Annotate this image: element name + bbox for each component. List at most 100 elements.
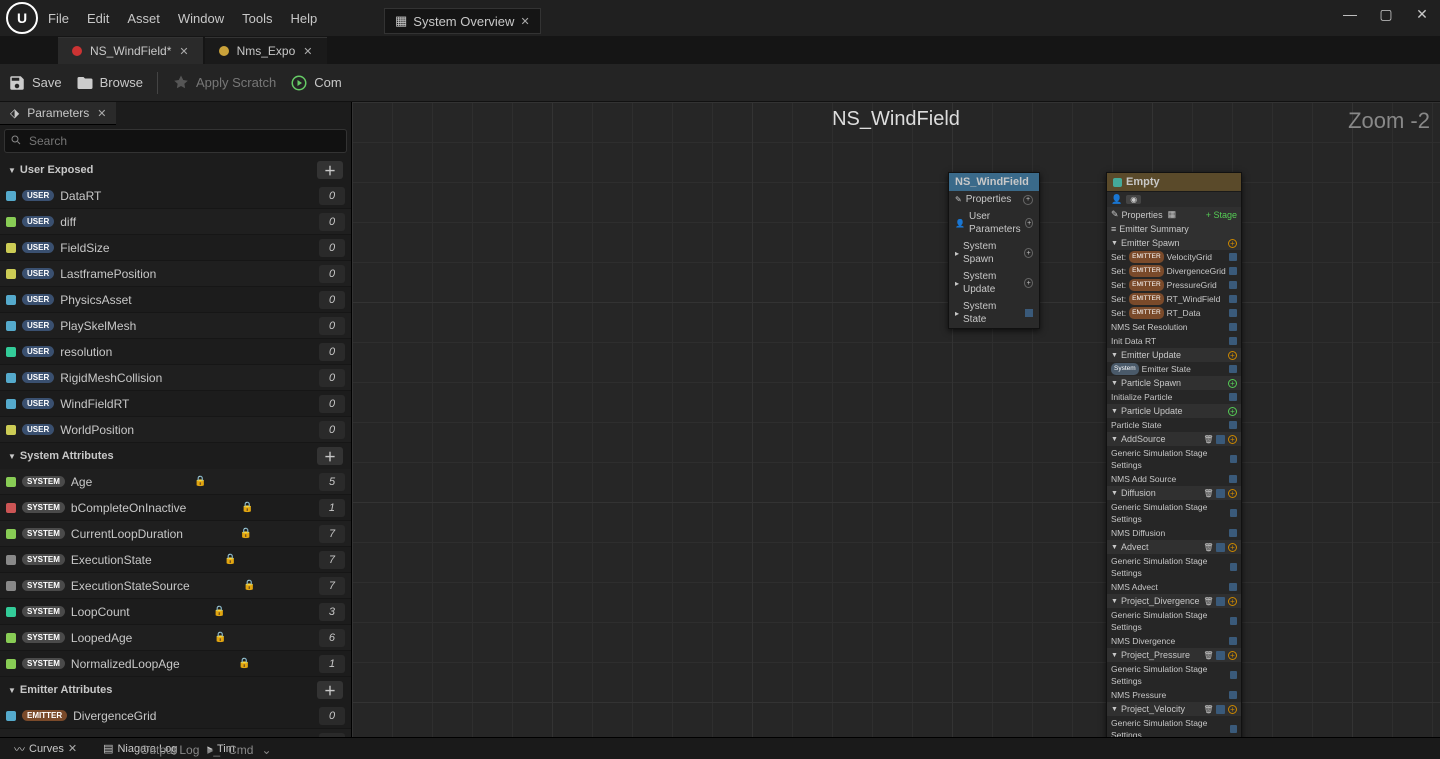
module-item[interactable]: NMS Advect xyxy=(1107,580,1241,594)
add-icon[interactable]: + xyxy=(1228,651,1237,660)
module-item[interactable]: NMS Divergence xyxy=(1107,634,1241,648)
param-row[interactable]: EMITTERDivergenceGrid0 xyxy=(0,703,351,729)
add-icon[interactable]: + xyxy=(1024,278,1033,288)
checkbox-icon[interactable] xyxy=(1025,309,1033,317)
checkbox-icon[interactable] xyxy=(1229,253,1237,261)
sys-row[interactable]: ▸System State xyxy=(949,298,1039,328)
close-icon[interactable]: ✕ xyxy=(68,742,77,755)
param-row[interactable]: USERdiff0 xyxy=(0,209,351,235)
add-icon[interactable]: + xyxy=(1024,248,1033,258)
module-item[interactable]: Generic Simulation Stage Settings xyxy=(1107,716,1241,737)
add-button[interactable]: ＋ xyxy=(317,161,343,179)
add-icon[interactable]: + xyxy=(1228,489,1237,498)
checkbox-icon[interactable] xyxy=(1229,281,1237,289)
module-item[interactable]: Generic Simulation Stage Settings xyxy=(1107,608,1241,634)
param-row[interactable]: SYSTEMLoopCount🔒3 xyxy=(0,599,351,625)
group-header[interactable]: ▼Emitter Attributes＋ xyxy=(0,677,351,703)
add-button[interactable]: ＋ xyxy=(317,681,343,699)
checkbox-icon[interactable] xyxy=(1230,617,1237,625)
module-item[interactable]: Particle State xyxy=(1107,418,1241,432)
param-row[interactable]: SYSTEMCurrentLoopDuration🔒7 xyxy=(0,521,351,547)
menu-asset[interactable]: Asset xyxy=(127,11,160,26)
browse-button[interactable]: Browse xyxy=(76,74,143,92)
checkbox-icon[interactable] xyxy=(1230,671,1237,679)
trash-icon[interactable]: 🗑 xyxy=(1204,651,1213,660)
checkbox-icon[interactable] xyxy=(1229,475,1237,483)
param-row[interactable]: SYSTEMLoopedAge🔒6 xyxy=(0,625,351,651)
cmd-label[interactable]: Cmd xyxy=(228,743,253,757)
module-item[interactable]: NMS Add Source xyxy=(1107,472,1241,486)
add-icon[interactable]: + xyxy=(1228,351,1237,360)
param-row[interactable]: SYSTEMExecutionState🔒7 xyxy=(0,547,351,573)
module-item[interactable]: Generic Simulation Stage Settings xyxy=(1107,446,1241,472)
section-header[interactable]: ▼Particle Spawn+ xyxy=(1107,376,1241,390)
checkbox-icon[interactable] xyxy=(1229,583,1237,591)
module-item[interactable]: NMS Set Resolution xyxy=(1107,320,1241,334)
param-row[interactable]: SYSTEMbCompleteOnInactive🔒1 xyxy=(0,495,351,521)
section-header[interactable]: ▼Diffusion🗑+ xyxy=(1107,486,1241,500)
section-header[interactable]: ▼Emitter Spawn+ xyxy=(1107,236,1241,250)
add-icon[interactable]: + xyxy=(1025,218,1033,228)
breadcrumb-tab[interactable]: ▦ System Overview ✕ xyxy=(384,8,541,34)
add-icon[interactable]: + xyxy=(1228,543,1237,552)
menu-edit[interactable]: Edit xyxy=(87,11,109,26)
add-icon[interactable]: + xyxy=(1228,239,1237,248)
section-header[interactable]: ▼AddSource🗑+ xyxy=(1107,432,1241,446)
sys-row[interactable]: ▸System Update+ xyxy=(949,268,1039,298)
system-node[interactable]: NS_WindField ✎Properties+👤User Parameter… xyxy=(948,172,1040,329)
checkbox-icon[interactable] xyxy=(1229,691,1237,699)
param-row[interactable]: USERWindFieldRT0 xyxy=(0,391,351,417)
checkbox-icon[interactable] xyxy=(1216,435,1225,444)
checkbox-icon[interactable] xyxy=(1230,509,1237,517)
checkbox-icon[interactable] xyxy=(1229,365,1237,373)
param-row[interactable]: USERWorldPosition0 xyxy=(0,417,351,443)
checkbox-icon[interactable] xyxy=(1216,651,1225,660)
param-row[interactable]: SYSTEMNormalizedLoopAge🔒1 xyxy=(0,651,351,677)
doc-tab[interactable]: Nms_Expo✕ xyxy=(205,37,327,64)
module-item[interactable]: NMS Diffusion xyxy=(1107,526,1241,540)
close-icon[interactable]: ✕ xyxy=(97,107,106,120)
checkbox-icon[interactable] xyxy=(1230,725,1237,733)
add-icon[interactable]: + xyxy=(1228,435,1237,444)
add-stage-button[interactable]: + Stage xyxy=(1206,210,1237,220)
checkbox-icon[interactable] xyxy=(1216,597,1225,606)
trash-icon[interactable]: 🗑 xyxy=(1204,705,1213,714)
param-row[interactable]: USERPlaySkelMesh0 xyxy=(0,313,351,339)
close-button[interactable]: ✕ xyxy=(1410,6,1434,23)
add-icon[interactable]: + xyxy=(1228,379,1237,388)
param-row[interactable]: USERPhysicsAsset0 xyxy=(0,287,351,313)
maximize-button[interactable]: ▢ xyxy=(1374,6,1398,23)
trash-icon[interactable]: 🗑 xyxy=(1204,489,1213,498)
section-header[interactable]: ▼Project_Divergence🗑+ xyxy=(1107,594,1241,608)
checkbox-icon[interactable] xyxy=(1229,421,1237,429)
module-item[interactable]: Set:EMITTERDivergenceGrid xyxy=(1107,264,1241,278)
sys-row[interactable]: 👤User Parameters+ xyxy=(949,208,1039,238)
checkbox-icon[interactable] xyxy=(1113,178,1122,187)
trash-icon[interactable]: 🗑 xyxy=(1204,597,1213,606)
graph-viewport[interactable]: NS_WindField Zoom -2 NS_WindField ✎Prope… xyxy=(352,102,1440,737)
curves-tab[interactable]: 〰 Curves ✕ xyxy=(6,739,85,759)
module-item[interactable]: Initialize Particle xyxy=(1107,390,1241,404)
checkbox-icon[interactable] xyxy=(1229,323,1237,331)
param-row[interactable]: USERLastframePosition0 xyxy=(0,261,351,287)
add-icon[interactable]: + xyxy=(1228,407,1237,416)
add-icon[interactable]: + xyxy=(1228,597,1237,606)
checkbox-icon[interactable] xyxy=(1216,543,1225,552)
section-header[interactable]: ▼Particle Update+ xyxy=(1107,404,1241,418)
menu-window[interactable]: Window xyxy=(178,11,224,26)
module-item[interactable]: NMS Pressure xyxy=(1107,688,1241,702)
checkbox-icon[interactable] xyxy=(1229,337,1237,345)
module-item[interactable]: Generic Simulation Stage Settings xyxy=(1107,500,1241,526)
parameters-tab[interactable]: ⬗ Parameters ✕ xyxy=(0,102,116,125)
apply-scratch-button[interactable]: Apply Scratch xyxy=(172,74,276,92)
module-item[interactable]: SystemEmitter State xyxy=(1107,362,1241,376)
close-icon[interactable]: ✕ xyxy=(520,15,529,28)
module-item[interactable]: Init Data RT xyxy=(1107,334,1241,348)
checkbox-icon[interactable] xyxy=(1229,309,1237,317)
emitter-node[interactable]: Empty 👤 ◉ ✎ Properties ▦ + Stage ≡ Emitt… xyxy=(1106,172,1242,737)
close-icon[interactable]: ✕ xyxy=(303,45,312,58)
sys-row[interactable]: ✎Properties+ xyxy=(949,191,1039,208)
checkbox-icon[interactable] xyxy=(1229,267,1237,275)
checkbox-icon[interactable] xyxy=(1229,295,1237,303)
module-item[interactable]: Set:EMITTERRT_WindField xyxy=(1107,292,1241,306)
